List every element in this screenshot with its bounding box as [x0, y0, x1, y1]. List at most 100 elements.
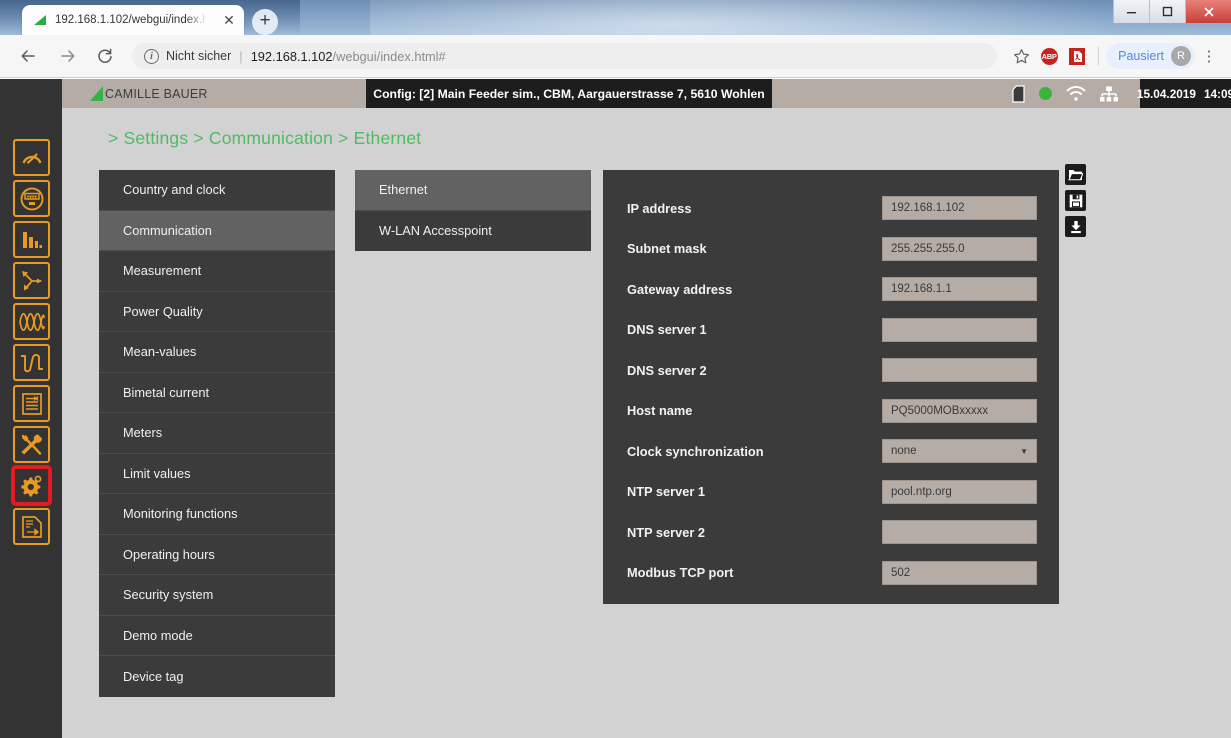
report-document-icon[interactable]: [13, 508, 50, 545]
label-ntp-server-1: NTP server 1: [627, 484, 882, 499]
value-ip-address: 192.168.1.102: [891, 202, 965, 214]
page-info-icon[interactable]: i: [144, 49, 159, 64]
submenu-item-ethernet[interactable]: Ethernet: [355, 170, 591, 211]
address-bar-url: 192.168.1.102/webgui/index.html#: [251, 49, 446, 64]
new-tab-button[interactable]: +: [252, 9, 278, 35]
menu-item-mean-values[interactable]: Mean-values: [99, 332, 335, 373]
menu-item-security-system[interactable]: Security system: [99, 575, 335, 616]
reload-button[interactable]: [90, 41, 120, 71]
input-dns-server-2[interactable]: [882, 358, 1037, 382]
form-action-buttons: [1065, 164, 1091, 242]
label-dns-server-2: DNS server 2: [627, 363, 882, 378]
submenu-item-w-lan-accesspoint[interactable]: W-LAN Accesspoint: [355, 211, 591, 252]
input-subnet-mask[interactable]: 255.255.255.0: [882, 237, 1037, 261]
logo-triangle-icon: [90, 86, 103, 101]
input-host-name[interactable]: PQ5000MOBxxxxx: [882, 399, 1037, 423]
menu-item-label: Monitoring functions: [123, 506, 238, 521]
menu-item-label: Measurement: [123, 263, 201, 278]
settings-menu: Country and clock Communication Measuremen…: [99, 170, 335, 697]
submenu-item-label: W-LAN Accesspoint: [379, 223, 492, 238]
form-row-dns-server-1: DNS server 1: [627, 310, 1037, 351]
input-dns-server-1[interactable]: [882, 318, 1037, 342]
menu-item-measurement[interactable]: Measurement: [99, 251, 335, 292]
input-ntp-server-1[interactable]: pool.ntp.org: [882, 480, 1037, 504]
brand-logo: CAMILLE BAUER: [62, 79, 366, 108]
bar-chart-icon[interactable]: [13, 221, 50, 258]
header-date: 15.04.2019: [1137, 87, 1196, 101]
tools-icon[interactable]: [13, 426, 50, 463]
menu-item-demo-mode[interactable]: Demo mode: [99, 616, 335, 657]
menu-item-monitoring-functions[interactable]: Monitoring functions: [99, 494, 335, 535]
form-row-gateway-address: Gateway address192.168.1.1: [627, 269, 1037, 310]
label-ntp-server-2: NTP server 2: [627, 525, 882, 540]
submenu-item-label: Ethernet: [379, 182, 427, 197]
menu-item-meters[interactable]: Meters: [99, 413, 335, 454]
phasor-diagram-icon[interactable]: [13, 262, 50, 299]
meter-display-icon[interactable]: [13, 180, 50, 217]
menu-item-label: Operating hours: [123, 547, 215, 562]
bookmark-star-icon[interactable]: [1007, 42, 1035, 70]
close-window-button[interactable]: [1185, 0, 1231, 23]
menu-item-device-tag[interactable]: Device tag: [99, 656, 335, 697]
label-modbus-tcp-port: Modbus TCP port: [627, 565, 882, 580]
event-list-icon[interactable]: [13, 385, 50, 422]
url-host: 192.168.1.102: [251, 49, 333, 64]
close-icon[interactable]: ✕: [222, 13, 236, 27]
input-gateway-address[interactable]: 192.168.1.1: [882, 277, 1037, 301]
form-row-ntp-server-2: NTP server 2: [627, 512, 1037, 553]
page-viewport: CAMILLE BAUER Config: [2] Main Feeder si…: [0, 79, 1231, 738]
select-clock-synchronization[interactable]: none▼: [882, 439, 1037, 463]
menu-item-communication[interactable]: Communication: [99, 211, 335, 252]
label-host-name: Host name: [627, 403, 882, 418]
value-modbus-tcp-port: 502: [891, 567, 910, 579]
ethernet-icon: [1100, 86, 1118, 102]
chevron-down-icon[interactable]: ▼: [1020, 447, 1028, 456]
input-modbus-tcp-port[interactable]: 502: [882, 561, 1037, 585]
input-ip-address[interactable]: 192.168.1.102: [882, 196, 1037, 220]
security-status-label: Nicht sicher: [166, 49, 231, 63]
menu-item-limit-values[interactable]: Limit values: [99, 454, 335, 495]
menu-item-power-quality[interactable]: Power Quality: [99, 292, 335, 333]
config-status-bar: Config: [2] Main Feeder sim., CBM, Aarga…: [369, 79, 769, 108]
download-icon[interactable]: [1065, 216, 1086, 237]
menu-item-operating-hours[interactable]: Operating hours: [99, 535, 335, 576]
status-icon-group: [772, 79, 1140, 108]
open-folder-icon[interactable]: [1065, 164, 1086, 185]
form-row-dns-server-2: DNS server 2: [627, 350, 1037, 391]
menu-item-label: Limit values: [123, 466, 191, 481]
menu-item-label: Demo mode: [123, 628, 193, 643]
adblock-plus-icon[interactable]: ABP: [1035, 42, 1063, 70]
forward-button[interactable]: [52, 41, 82, 71]
label-ip-address: IP address: [627, 201, 882, 216]
camille-bauer-triangle-favicon: [32, 12, 48, 28]
label-clock-synchronization: Clock synchronization: [627, 444, 882, 459]
menu-item-label: Country and clock: [123, 182, 225, 197]
instantaneous-values-icon[interactable]: [13, 139, 50, 176]
harmonics-waveform-icon[interactable]: [13, 303, 50, 340]
minimize-button[interactable]: [1113, 0, 1149, 23]
input-ntp-server-2[interactable]: [882, 520, 1037, 544]
label-subnet-mask: Subnet mask: [627, 241, 882, 256]
pdf-extension-icon[interactable]: [1063, 42, 1091, 70]
profile-button[interactable]: Pausiert R: [1106, 43, 1195, 69]
settings-gear-icon[interactable]: [13, 467, 50, 504]
menu-item-country-and-clock[interactable]: Country and clock: [99, 170, 335, 211]
menu-item-bimetal-current[interactable]: Bimetal current: [99, 373, 335, 414]
browser-window: 192.168.1.102/webgui/index.html ✕ +: [0, 0, 1231, 738]
browser-tabstrip: 192.168.1.102/webgui/index.html ✕ +: [0, 0, 1231, 35]
menu-item-label: Bimetal current: [123, 385, 209, 400]
browser-tab[interactable]: 192.168.1.102/webgui/index.html ✕: [22, 5, 244, 35]
save-floppy-icon[interactable]: [1065, 190, 1086, 211]
pdf-glyph: [1069, 48, 1085, 65]
wifi-icon: [1066, 86, 1086, 102]
back-button[interactable]: [14, 41, 44, 71]
address-bar[interactable]: i Nicht sicher | 192.168.1.102/webgui/in…: [132, 43, 997, 69]
transient-waveform-icon[interactable]: [13, 344, 50, 381]
value-subnet-mask: 255.255.255.0: [891, 243, 965, 255]
maximize-button[interactable]: [1149, 0, 1185, 23]
toolbar-divider: [1098, 47, 1099, 65]
browser-menu-button[interactable]: ⋮: [1195, 42, 1223, 70]
window-glare: [370, 0, 1130, 35]
label-dns-server-1: DNS server 1: [627, 322, 882, 337]
brand-name: CAMILLE BAUER: [105, 87, 208, 101]
